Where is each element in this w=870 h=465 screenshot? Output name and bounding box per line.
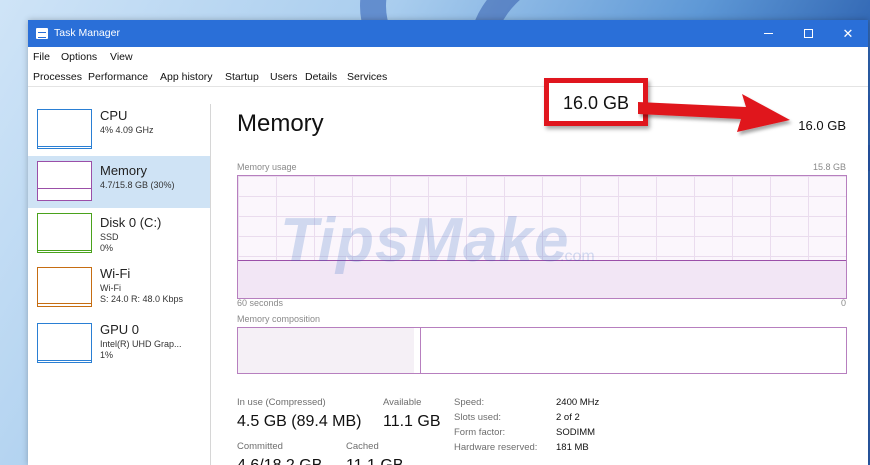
tab-users[interactable]: Users <box>270 71 297 83</box>
disk-mini-graph <box>37 213 92 253</box>
sidebar-item-memory[interactable]: Memory 4.7/15.8 GB (30%) <box>28 156 210 208</box>
committed-value: 4.6/18.2 GB <box>237 457 322 465</box>
menu-view[interactable]: View <box>110 51 133 63</box>
tab-details[interactable]: Details <box>305 71 337 83</box>
cpu-mini-graph <box>37 109 92 149</box>
tab-bar: Processes Performance App history Startu… <box>28 66 868 87</box>
sidebar-item-label: Memory <box>100 163 147 178</box>
minimize-button[interactable] <box>748 20 788 47</box>
close-button[interactable]: ✕ <box>828 20 868 47</box>
composition-in-use <box>238 328 416 373</box>
tab-processes[interactable]: Processes <box>33 71 82 83</box>
menu-file[interactable]: File <box>33 51 50 63</box>
speed-label: Speed: <box>454 397 485 408</box>
sidebar-item-detail: Intel(R) UHD Grap... <box>100 339 182 349</box>
cpu-mini-graph-line <box>38 146 91 147</box>
sidebar-item-detail: 0% <box>100 243 114 253</box>
task-manager-window: Task Manager ✕ File Options View Process… <box>28 20 868 465</box>
menu-options[interactable]: Options <box>61 51 97 63</box>
menu-bar: File Options View <box>28 47 868 64</box>
slots-label: Slots used: <box>454 412 501 423</box>
watermark-logo-suffix: .com <box>560 248 595 265</box>
form-factor-value: SODIMM <box>556 427 596 438</box>
form-factor-label: Form factor: <box>454 427 506 438</box>
sidebar-item-gpu[interactable]: GPU 0 Intel(R) UHD Grap... 1% <box>28 318 210 370</box>
title-bar[interactable]: Task Manager ✕ <box>28 20 868 47</box>
memory-mini-graph-line <box>38 188 91 189</box>
gpu-mini-graph <box>37 323 92 363</box>
memory-composition-bar <box>237 327 847 374</box>
memory-usage-graph <box>237 175 847 299</box>
annotation-callout-text: 16.0 GB <box>562 93 630 113</box>
slots-value: 2 of 2 <box>556 412 580 423</box>
resource-sidebar: CPU 4% 4.09 GHz Memory 4.7/15.8 GB (30%)… <box>28 104 211 465</box>
close-icon: ✕ <box>842 26 854 41</box>
sidebar-item-detail: SSD <box>100 232 119 242</box>
page-title: Memory <box>237 110 324 137</box>
committed-label: Committed <box>237 441 283 452</box>
tab-services[interactable]: Services <box>347 71 387 83</box>
sidebar-item-detail: S: 24.0 R: 48.0 Kbps <box>100 294 184 304</box>
sidebar-item-label: GPU 0 <box>100 322 140 337</box>
in-use-label: In use (Compressed) <box>237 397 326 408</box>
task-manager-icon <box>36 28 48 39</box>
minimize-icon <box>763 33 773 35</box>
sidebar-item-disk[interactable]: Disk 0 (C:) SSD 0% <box>28 208 210 260</box>
gpu-mini-graph-line <box>38 360 91 361</box>
wifi-mini-graph <box>37 267 92 307</box>
sidebar-item-detail: Wi-Fi <box>100 283 121 293</box>
speed-value: 2400 MHz <box>556 397 600 408</box>
memory-total-capacity: 16.0 GB <box>798 118 846 133</box>
tab-app-history[interactable]: App history <box>160 71 213 83</box>
sidebar-item-detail: 1% <box>100 350 114 360</box>
annotation-arrow-shape <box>638 94 790 132</box>
memory-usage-fill <box>238 260 846 298</box>
memory-mini-graph <box>37 161 92 201</box>
memory-composition-label: Memory composition <box>237 314 321 324</box>
composition-modified <box>414 328 422 373</box>
annotation-callout-box: 16.0 GB <box>544 78 648 126</box>
hardware-reserved-value: 181 MB <box>556 442 589 453</box>
tab-startup[interactable]: Startup <box>225 71 259 83</box>
graph-time-end: 0 <box>840 298 846 308</box>
cached-label: Cached <box>346 441 379 452</box>
memory-usage-label: Memory usage <box>237 162 297 172</box>
sidebar-item-label: Disk 0 (C:) <box>100 215 162 230</box>
hardware-reserved-label: Hardware reserved: <box>454 442 538 453</box>
sidebar-item-label: CPU <box>100 108 128 123</box>
available-value: 11.1 GB <box>383 413 441 430</box>
available-label: Available <box>383 397 422 408</box>
maximize-icon <box>803 29 813 39</box>
sidebar-item-cpu[interactable]: CPU 4% 4.09 GHz <box>28 104 210 156</box>
graph-time-span: 60 seconds <box>237 298 284 308</box>
wifi-mini-graph-line <box>38 303 91 304</box>
in-use-value: 4.5 GB (89.4 MB) <box>237 413 362 430</box>
annotation-arrow-icon <box>638 94 790 132</box>
memory-usage-max: 15.8 GB <box>812 162 846 172</box>
maximize-button[interactable] <box>788 20 828 47</box>
disk-mini-graph-line <box>38 250 91 251</box>
tab-performance[interactable]: Performance <box>88 71 148 83</box>
cached-value: 11.1 GB <box>346 457 404 465</box>
sidebar-item-detail: 4.7/15.8 GB (30%) <box>100 180 175 190</box>
sidebar-item-label: Wi-Fi <box>100 266 131 281</box>
sidebar-item-detail: 4% 4.09 GHz <box>100 125 154 135</box>
window-title: Task Manager <box>54 27 120 39</box>
sidebar-item-wifi[interactable]: Wi-Fi Wi-Fi S: 24.0 R: 48.0 Kbps <box>28 262 210 314</box>
memory-detail-pane: Memory 16.0 GB Memory usage 15.8 GB 60 s… <box>211 86 868 465</box>
